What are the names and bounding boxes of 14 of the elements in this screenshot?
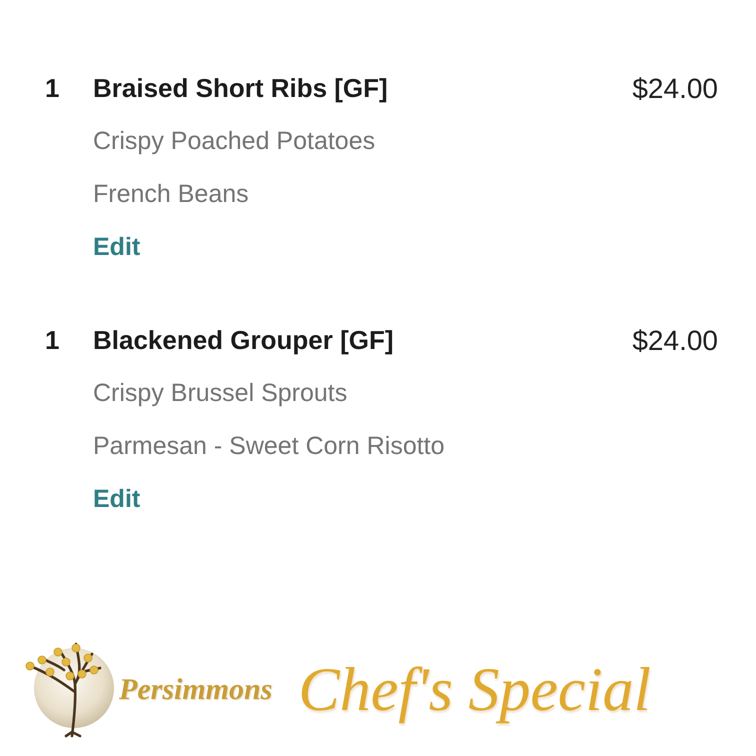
item-name: Blackened Grouper [GF]	[93, 325, 394, 356]
quantity: 1	[45, 325, 60, 356]
item-option: French Beans	[93, 180, 249, 209]
item-price: $24.00	[632, 72, 718, 104]
edit-link[interactable]: Edit	[93, 485, 140, 514]
item-option: Parmesan - Sweet Corn Risotto	[93, 432, 445, 461]
section-title: Chef's Special	[298, 654, 651, 726]
item-option: Crispy Poached Potatoes	[93, 127, 376, 156]
item-price: $24.00	[632, 324, 718, 356]
brand-name: Persimmons	[119, 673, 272, 707]
item-name: Braised Short Ribs [GF]	[93, 73, 389, 104]
quantity: 1	[45, 73, 60, 104]
edit-link[interactable]: Edit	[93, 233, 140, 262]
item-option: Crispy Brussel Sprouts	[93, 379, 348, 408]
